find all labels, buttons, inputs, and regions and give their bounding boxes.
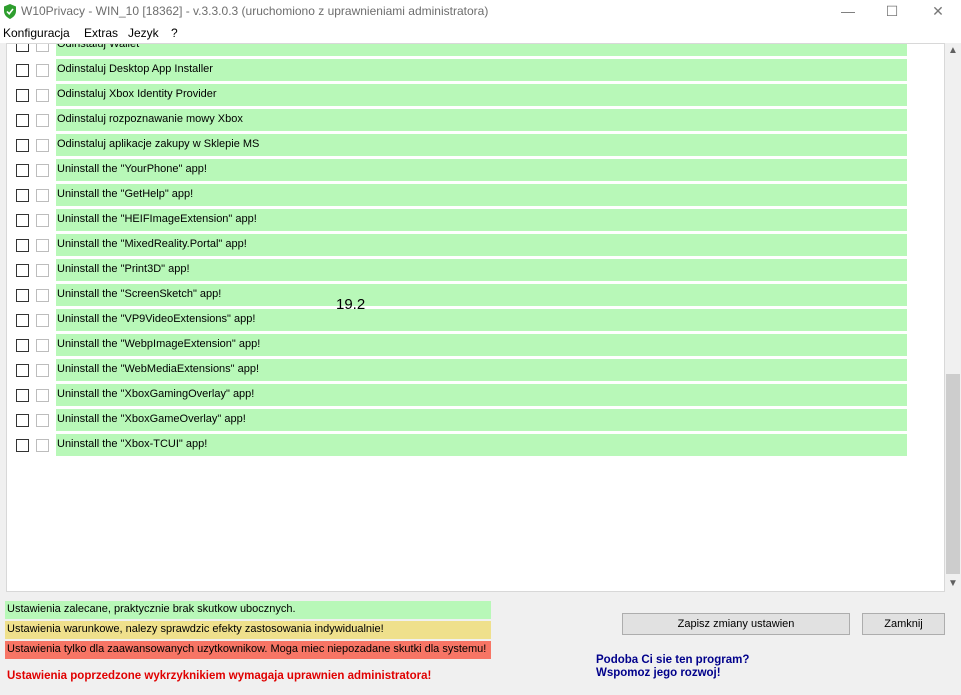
- apply-checkbox[interactable]: [16, 364, 29, 377]
- apply-checkbox[interactable]: [16, 214, 29, 227]
- secondary-checkbox[interactable]: [36, 389, 49, 402]
- apply-checkbox[interactable]: [16, 389, 29, 402]
- apply-checkbox[interactable]: [16, 239, 29, 252]
- apply-checkbox[interactable]: [16, 414, 29, 427]
- vertical-scrollbar[interactable]: ▲ ▼: [945, 43, 961, 592]
- secondary-checkbox[interactable]: [36, 364, 49, 377]
- setting-label[interactable]: Uninstall the "WebpImageExtension" app!: [56, 334, 907, 356]
- secondary-checkbox[interactable]: [36, 339, 49, 352]
- maximize-button[interactable]: ☐: [869, 0, 915, 24]
- scroll-up-arrow-icon[interactable]: ▲: [945, 43, 961, 59]
- secondary-checkbox[interactable]: [36, 264, 49, 277]
- secondary-checkbox[interactable]: [36, 139, 49, 152]
- section-number-label: 19.2: [336, 296, 366, 313]
- list-item: Odinstaluj rozpoznawanie mowy Xbox: [7, 108, 927, 133]
- apply-checkbox[interactable]: [16, 439, 29, 452]
- list-item: Uninstall the "WebpImageExtension" app!: [7, 333, 927, 358]
- apply-checkbox[interactable]: [16, 139, 29, 152]
- window-title: W10Privacy - WIN_10 [18362] - v.3.3.0.3 …: [21, 4, 489, 18]
- list-item: Uninstall the "HEIFImageExtension" app!: [7, 208, 927, 233]
- settings-list-panel: Odinstaluj Wallet Odinstaluj Desktop App …: [6, 43, 945, 592]
- apply-checkbox[interactable]: [16, 164, 29, 177]
- apply-checkbox[interactable]: [16, 189, 29, 202]
- list-item: Odinstaluj Wallet: [7, 44, 927, 58]
- list-item: Uninstall the "WebMediaExtensions" app!: [7, 358, 927, 383]
- menu-konfiguracja[interactable]: Konfiguracja: [3, 26, 70, 40]
- list-item: Uninstall the "Xbox-TCUI" app!: [7, 433, 927, 458]
- setting-label[interactable]: Odinstaluj aplikacje zakupy w Sklepie MS: [56, 134, 907, 156]
- promo-text: Podoba Ci sie ten program?: [596, 654, 750, 666]
- apply-checkbox[interactable]: [16, 89, 29, 102]
- secondary-checkbox[interactable]: [36, 64, 49, 77]
- secondary-checkbox[interactable]: [36, 214, 49, 227]
- apply-checkbox[interactable]: [16, 314, 29, 327]
- scroll-down-arrow-icon[interactable]: ▼: [945, 576, 961, 592]
- setting-label[interactable]: Uninstall the "Xbox-TCUI" app!: [56, 434, 907, 456]
- secondary-checkbox[interactable]: [36, 89, 49, 102]
- setting-label[interactable]: Uninstall the "XboxGamingOverlay" app!: [56, 384, 907, 406]
- close-button[interactable]: Zamknij: [862, 613, 945, 635]
- setting-label[interactable]: Uninstall the "VP9VideoExtensions" app!: [56, 309, 907, 331]
- list-item: Odinstaluj Xbox Identity Provider: [7, 83, 927, 108]
- secondary-checkbox[interactable]: [36, 289, 49, 302]
- shield-app-icon: [4, 4, 16, 19]
- setting-label[interactable]: Odinstaluj Wallet: [56, 44, 907, 56]
- list-item: Odinstaluj Desktop App Installer: [7, 58, 927, 83]
- list-item: Uninstall the "Print3D" app!: [7, 258, 927, 283]
- apply-checkbox[interactable]: [16, 64, 29, 77]
- save-settings-button[interactable]: Zapisz zmiany ustawien: [622, 613, 850, 635]
- secondary-checkbox[interactable]: [36, 439, 49, 452]
- secondary-checkbox[interactable]: [36, 414, 49, 427]
- setting-label[interactable]: Uninstall the "Print3D" app!: [56, 259, 907, 281]
- title-bar: W10Privacy - WIN_10 [18362] - v.3.3.0.3 …: [0, 0, 961, 24]
- secondary-checkbox[interactable]: [36, 314, 49, 327]
- menu-bar: Konfiguracja Extras Jezyk ?: [0, 24, 961, 43]
- apply-checkbox[interactable]: [16, 289, 29, 302]
- scrollbar-thumb[interactable]: [946, 374, 960, 574]
- setting-label[interactable]: Uninstall the "ScreenSketch" app!: [56, 284, 907, 306]
- menu-help[interactable]: ?: [171, 26, 178, 40]
- list-item: Uninstall the "GetHelp" app!: [7, 183, 927, 208]
- list-item: Uninstall the "YourPhone" app!: [7, 158, 927, 183]
- admin-warning-note: Ustawienia poprzedzone wykrzyknikiem wym…: [7, 670, 432, 682]
- secondary-checkbox[interactable]: [36, 114, 49, 127]
- setting-label[interactable]: Odinstaluj Desktop App Installer: [56, 59, 907, 81]
- menu-jezyk[interactable]: Jezyk: [128, 26, 159, 40]
- secondary-checkbox[interactable]: [36, 164, 49, 177]
- setting-label[interactable]: Uninstall the "XboxGameOverlay" app!: [56, 409, 907, 431]
- menu-extras[interactable]: Extras: [84, 26, 118, 40]
- apply-checkbox[interactable]: [16, 339, 29, 352]
- minimize-button[interactable]: —: [825, 0, 871, 24]
- list-item: Uninstall the "MixedReality.Portal" app!: [7, 233, 927, 258]
- secondary-checkbox[interactable]: [36, 189, 49, 202]
- legend-advanced: Ustawienia tylko dla zaawansowanych uzyt…: [5, 641, 491, 659]
- setting-label[interactable]: Uninstall the "MixedReality.Portal" app!: [56, 234, 907, 256]
- apply-checkbox[interactable]: [16, 114, 29, 127]
- legend-recommended: Ustawienia zalecane, praktycznie brak sk…: [5, 601, 491, 619]
- setting-label[interactable]: Uninstall the "HEIFImageExtension" app!: [56, 209, 907, 231]
- list-item: Uninstall the "XboxGamingOverlay" app!: [7, 383, 927, 408]
- setting-label[interactable]: Odinstaluj rozpoznawanie mowy Xbox: [56, 109, 907, 131]
- list-item: Uninstall the "VP9VideoExtensions" app!: [7, 308, 927, 333]
- list-item: Odinstaluj aplikacje zakupy w Sklepie MS: [7, 133, 927, 158]
- setting-label[interactable]: Uninstall the "YourPhone" app!: [56, 159, 907, 181]
- list-item: Uninstall the "XboxGameOverlay" app!: [7, 408, 927, 433]
- secondary-checkbox[interactable]: [36, 239, 49, 252]
- apply-checkbox[interactable]: [16, 44, 29, 52]
- apply-checkbox[interactable]: [16, 264, 29, 277]
- legend-conditional: Ustawienia warunkowe, nalezy sprawdzic e…: [5, 621, 491, 639]
- close-window-button[interactable]: ✕: [915, 0, 961, 24]
- setting-label[interactable]: Odinstaluj Xbox Identity Provider: [56, 84, 907, 106]
- donate-link[interactable]: Wspomoz jego rozwoj!: [596, 667, 721, 679]
- secondary-checkbox[interactable]: [36, 44, 49, 52]
- setting-label[interactable]: Uninstall the "GetHelp" app!: [56, 184, 907, 206]
- setting-label[interactable]: Uninstall the "WebMediaExtensions" app!: [56, 359, 907, 381]
- list-item: Uninstall the "ScreenSketch" app!: [7, 283, 927, 308]
